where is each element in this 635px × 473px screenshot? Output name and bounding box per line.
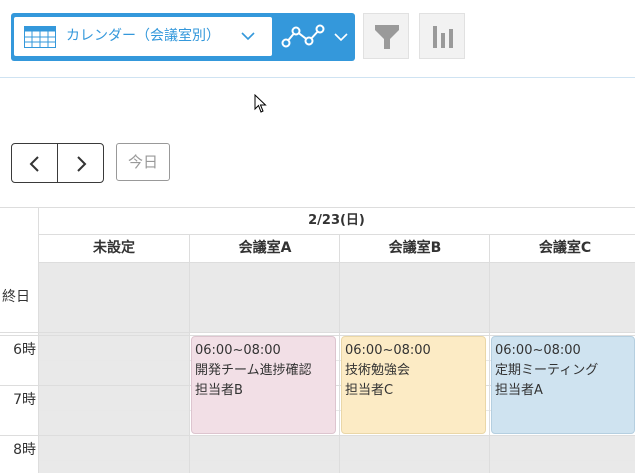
toolbar-divider	[0, 77, 635, 78]
column-header-unassigned: 未設定	[93, 240, 135, 256]
mouse-cursor-icon	[254, 94, 267, 113]
hour-label-8: 8時	[13, 442, 36, 458]
event-room-c[interactable]: 06:00~08:00 定期ミーティング 担当者A	[491, 336, 635, 434]
allday-row	[39, 263, 635, 332]
column-header-room-b: 会議室B	[388, 240, 442, 256]
funnel-icon	[375, 25, 399, 49]
event-time: 06:00~08:00	[345, 343, 431, 358]
chevron-left-icon	[29, 156, 39, 172]
prev-button[interactable]	[12, 144, 58, 182]
chevron-right-icon	[77, 156, 87, 172]
column-header-room-c: 会議室C	[538, 240, 592, 256]
event-room-a[interactable]: 06:00~08:00 開発チーム進捗確認 担当者B	[191, 336, 336, 434]
view-select-label: カレンダー（会議室別）	[66, 28, 220, 44]
event-room-b[interactable]: 06:00~08:00 技術勉強会 担当者C	[341, 336, 486, 434]
hour-label-7: 7時	[13, 392, 36, 408]
bar-chart-icon	[433, 26, 453, 48]
event-title: 開発チーム進捗確認	[195, 363, 312, 378]
calendar-grid: 2/23(日) 未設定 会議室A 会議室B 会議室C 終日 6時 7時 8時 0…	[0, 207, 635, 473]
event-owner: 担当者A	[495, 383, 543, 398]
event-time: 06:00~08:00	[495, 343, 581, 358]
allday-label: 終日	[2, 289, 30, 305]
date-header: 2/23(日)	[308, 213, 365, 228]
view-select-dropdown[interactable]: カレンダー（会議室別）	[14, 17, 272, 56]
hour-label-6: 6時	[13, 342, 36, 358]
next-button[interactable]	[58, 144, 103, 182]
view-selector: カレンダー（会議室別）	[11, 13, 355, 61]
today-button[interactable]: 今日	[116, 143, 170, 181]
event-time: 06:00~08:00	[195, 343, 281, 358]
chevron-down-icon	[241, 32, 255, 41]
calendar-table-icon	[24, 26, 56, 48]
unassigned-column-cells	[39, 333, 189, 473]
chevron-down-icon	[334, 33, 348, 42]
event-title: 技術勉強会	[345, 363, 411, 378]
hour-8-row	[190, 436, 635, 473]
date-navigation	[11, 143, 104, 183]
filter-button[interactable]	[363, 13, 409, 59]
column-header-room-a: 会議室A	[238, 240, 292, 256]
line-graph-icon	[281, 24, 325, 48]
event-owner: 担当者C	[345, 383, 394, 398]
event-title: 定期ミーティング	[495, 363, 599, 378]
graph-view-button[interactable]	[272, 13, 355, 61]
event-owner: 担当者B	[195, 383, 243, 398]
chart-button[interactable]	[419, 13, 465, 59]
